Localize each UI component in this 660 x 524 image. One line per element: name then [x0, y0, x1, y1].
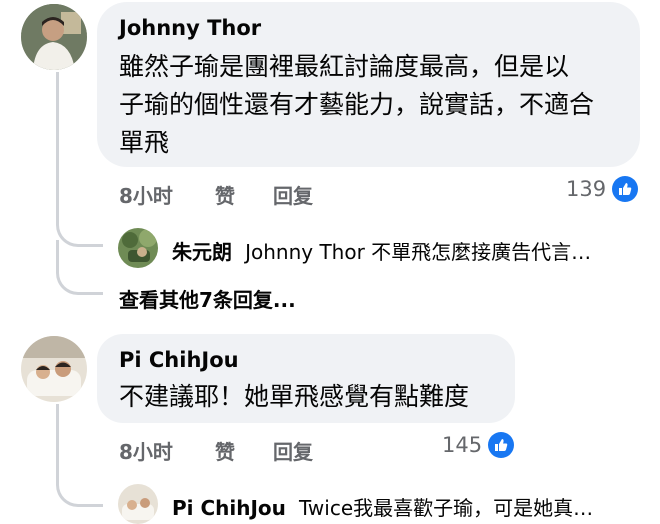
- comment-author[interactable]: Johnny Thor: [119, 16, 261, 40]
- comment-text-line-2: 子瑜的個性還有才藝能力，說實話，不適合: [119, 90, 595, 119]
- reply-avatar[interactable]: [118, 484, 158, 524]
- avatar-photo: [21, 4, 87, 70]
- reply-author[interactable]: Pi ChihJou: [172, 496, 286, 520]
- comment-text-line-3: 單飛: [119, 128, 170, 157]
- avatar[interactable]: [21, 4, 87, 70]
- reply-button[interactable]: 回复: [273, 436, 313, 465]
- reply-avatar-photo: [118, 228, 158, 268]
- comment-time: 8小时: [119, 440, 173, 464]
- thumbs-up-icon: [612, 176, 638, 202]
- avatar-photo: [21, 336, 87, 402]
- avatar[interactable]: [21, 336, 87, 402]
- reply-avatar[interactable]: [118, 228, 158, 268]
- reply-avatar-photo: [118, 484, 158, 524]
- like-button[interactable]: 赞: [215, 436, 235, 465]
- view-more-replies-link[interactable]: 查看其他7条回复...: [119, 284, 296, 313]
- reply-text: Twice我最喜歡子瑜，可是她真…: [299, 496, 594, 520]
- like-button[interactable]: 赞: [215, 180, 235, 209]
- comment-text-line-1: 雖然子瑜是團裡最紅討論度最高，但是以: [119, 52, 570, 81]
- comment-time: 8小时: [119, 184, 173, 208]
- reply-preview[interactable]: Pi ChihJou Twice我最喜歡子瑜，可是她真…: [172, 492, 593, 521]
- reply-author[interactable]: 朱元朗: [172, 240, 232, 264]
- reply-text: Johnny Thor 不單飛怎麼接廣告代言…: [245, 240, 592, 264]
- like-count[interactable]: 139: [566, 177, 606, 201]
- reply-button[interactable]: 回复: [273, 180, 313, 209]
- comment-author[interactable]: Pi ChihJou: [119, 348, 239, 372]
- reply-preview[interactable]: 朱元朗 Johnny Thor 不單飛怎麼接廣告代言…: [172, 236, 591, 265]
- reply-thread-line: [56, 404, 103, 507]
- comment-text-line-1: 不建議耶！她單飛感覺有點難度: [119, 382, 470, 411]
- thumbs-up-icon: [488, 432, 514, 458]
- like-count[interactable]: 145: [442, 433, 482, 457]
- reply-thread-line: [56, 240, 103, 295]
- reply-thread-line: [56, 72, 103, 247]
